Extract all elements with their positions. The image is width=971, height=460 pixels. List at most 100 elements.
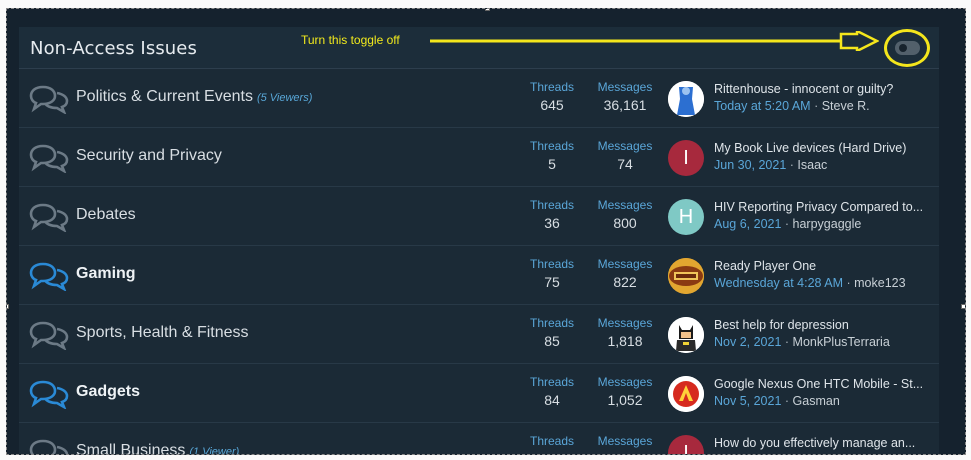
latest-post-date[interactable]: Nov 5, 2021 [714, 394, 781, 408]
latest-post: My Book Live devices (Hard Drive) Jun 30,… [714, 141, 934, 172]
forum-title-text[interactable]: Small Business [76, 442, 185, 454]
avatar[interactable] [668, 376, 704, 412]
chat-bubbles-icon [29, 438, 69, 454]
forum-title-text[interactable]: Gadgets [76, 383, 140, 400]
forum-title-link[interactable]: Gaming [76, 265, 140, 283]
latest-post-date[interactable]: Jun 30, 2021 [714, 158, 786, 172]
resize-handle-right[interactable] [961, 304, 965, 309]
avatar[interactable]: I [668, 140, 704, 176]
latest-post-date[interactable]: Aug 6, 2021 [714, 217, 781, 231]
meta-separator: · [781, 394, 793, 408]
messages-stat: Messages 36,161 [585, 80, 665, 113]
latest-post-user[interactable]: Isaac [797, 158, 827, 172]
threads-label: Threads [529, 198, 575, 212]
latest-post-title[interactable]: Rittenhouse - innocent or guilty? [714, 82, 934, 96]
latest-post-title[interactable]: Best help for depression [714, 318, 934, 332]
latest-post: How do you effectively manage an... Oct 1… [714, 436, 934, 454]
messages-count: 74 [617, 156, 633, 172]
forum-title-link[interactable]: Gadgets [76, 383, 144, 401]
latest-post: Rittenhouse - innocent or guilty? Today a… [714, 82, 934, 113]
annotation-text: Turn this toggle off [301, 33, 400, 47]
resize-handle-left[interactable] [7, 304, 9, 309]
latest-post-title[interactable]: Ready Player One [714, 259, 934, 273]
forum-row[interactable]: Small Business (1 Viewer) Threads 80Message… [19, 423, 939, 455]
forum-row[interactable]: Gadgets Threads 84 Messages 1,052 Google Nexu… [19, 364, 939, 423]
latest-post-date[interactable]: Wednesday at 4:28 AM [714, 276, 843, 290]
resize-handle-top[interactable] [485, 9, 490, 11]
latest-post-user[interactable]: Steve R. [822, 99, 870, 113]
threads-count: 85 [544, 333, 560, 349]
forum-row[interactable]: Security and Privacy Threads 5 Messages 74 I M… [19, 128, 939, 187]
meta-separator: · [843, 276, 855, 290]
threads-count: 645 [540, 97, 564, 113]
messages-count: 575 [585, 451, 665, 454]
forum-title-link[interactable]: Debates [76, 206, 140, 224]
meta-separator: · [781, 335, 793, 349]
latest-post-user[interactable]: Gasman [793, 394, 840, 408]
threads-stat: Threads 80 [512, 434, 592, 454]
latest-post-user[interactable]: MonkPlusTerraria [793, 335, 890, 349]
forum-row[interactable]: Sports, Health & Fitness Threads 85 Message… [19, 305, 939, 364]
meta-separator: · [810, 99, 822, 113]
chat-bubbles-icon [29, 84, 69, 115]
forum-title-text[interactable]: Gaming [76, 265, 136, 282]
latest-post-title[interactable]: Google Nexus One HTC Mobile - St... [714, 377, 934, 391]
forum-title-link[interactable]: Security and Privacy [76, 147, 226, 165]
messages-count: 800 [613, 215, 637, 231]
latest-post-title[interactable]: How do you effectively manage an... [714, 436, 934, 450]
avatar[interactable]: H [668, 199, 704, 235]
messages-label: Messages [597, 316, 653, 330]
avatar[interactable] [668, 258, 704, 294]
forum-title-text[interactable]: Debates [76, 206, 136, 223]
latest-post-date[interactable]: Today at 5:20 AM [714, 99, 811, 113]
meta-separator: · [781, 217, 793, 231]
toggle-switch-icon[interactable] [895, 41, 920, 55]
forum-title-link[interactable]: Sports, Health & Fitness [76, 324, 253, 342]
threads-stat: Threads 36 [512, 198, 592, 231]
latest-post: Best help for depression Nov 2, 2021 · Mo… [714, 318, 934, 349]
avatar[interactable] [668, 317, 704, 353]
latest-post-title[interactable]: My Book Live devices (Hard Drive) [714, 141, 934, 155]
threads-stat: Threads 5 [512, 139, 592, 172]
toggle-knob [899, 44, 907, 52]
messages-count: 822 [613, 274, 637, 290]
chat-bubbles-icon [29, 261, 69, 292]
messages-stat: Messages 575 [585, 434, 665, 454]
latest-post-user[interactable]: harpygaggle [793, 217, 862, 231]
viewer-count: (1 Viewer) [189, 446, 240, 455]
messages-stat: Messages 1,052 [585, 375, 665, 408]
threads-label: Threads [529, 434, 575, 448]
forum-title-text[interactable]: Sports, Health & Fitness [76, 324, 249, 341]
forum-title-link[interactable]: Small Business (1 Viewer) [76, 442, 240, 455]
forum-row[interactable]: Gaming Threads 75 Messages 822 Ready Player O… [19, 246, 939, 305]
messages-stat: Messages 1,818 [585, 316, 665, 349]
forum-row[interactable]: Politics & Current Events (5 Viewers) Thre… [19, 69, 939, 128]
messages-stat: Messages 800 [585, 198, 665, 231]
threads-label: Threads [529, 316, 575, 330]
threads-label: Threads [529, 80, 575, 94]
meta-separator: · [786, 158, 798, 172]
chat-bubbles-icon [29, 202, 69, 233]
latest-post-meta: Nov 2, 2021 · MonkPlusTerraria [714, 335, 934, 349]
messages-label: Messages [597, 139, 653, 153]
threads-count: 36 [544, 215, 560, 231]
latest-post-meta: Aug 6, 2021 · harpygaggle [714, 217, 934, 231]
forum-title-link[interactable]: Politics & Current Events (5 Viewers) [76, 88, 312, 106]
chat-bubbles-icon [29, 143, 69, 174]
threads-count: 80 [512, 451, 592, 454]
section-title[interactable]: Non-Access Issues [30, 38, 197, 59]
avatar-letter: I [683, 146, 689, 169]
latest-post-meta: Oct 10, 2021 [714, 453, 934, 454]
messages-label: Messages [597, 257, 653, 271]
latest-post-date[interactable]: Oct 10, 2021 [714, 453, 786, 454]
threads-label: Threads [529, 257, 575, 271]
latest-post-title[interactable]: HIV Reporting Privacy Compared to... [714, 200, 934, 214]
avatar[interactable]: I [668, 435, 704, 454]
latest-post-date[interactable]: Nov 2, 2021 [714, 335, 781, 349]
forum-title-text[interactable]: Politics & Current Events [76, 88, 253, 105]
latest-post-meta: Nov 5, 2021 · Gasman [714, 394, 934, 408]
avatar[interactable] [668, 81, 704, 117]
latest-post-user[interactable]: moke123 [854, 276, 905, 290]
forum-title-text[interactable]: Security and Privacy [76, 147, 222, 164]
forum-row[interactable]: Debates Threads 36 Messages 800 H HIV Reportin… [19, 187, 939, 246]
